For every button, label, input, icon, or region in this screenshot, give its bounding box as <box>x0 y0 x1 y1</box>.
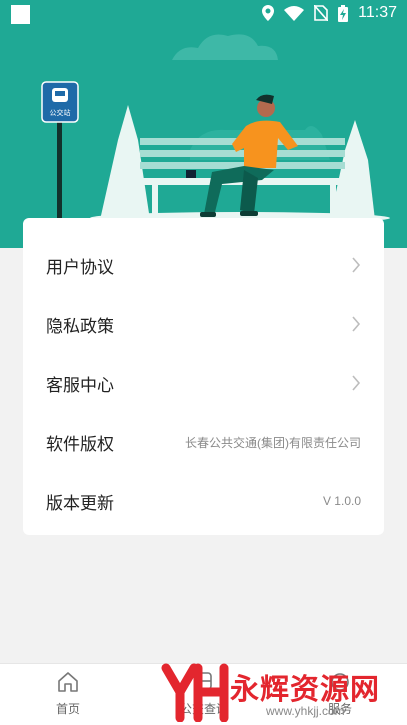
hero-banner: 公交站 11:37 <box>0 0 407 248</box>
menu-item-label: 版本更新 <box>46 493 114 514</box>
menu-item-label: 客服中心 <box>46 375 114 396</box>
no-sim-icon <box>314 5 329 21</box>
location-icon <box>262 5 275 21</box>
status-bar: 11:37 <box>0 0 407 30</box>
notification-icon <box>11 5 30 24</box>
menu-item-copyright: 软件版权 长春公共交通(集团)有限责任公司 <box>23 413 384 471</box>
menu-item-label: 用户协议 <box>46 257 114 278</box>
menu-item-label: 隐私政策 <box>46 316 114 337</box>
menu-item-privacy-policy[interactable]: 隐私政策 <box>23 295 384 353</box>
hero-illustration <box>41 34 390 224</box>
settings-card: 用户协议 隐私政策 客服中心 软件版权 长春公共交通(集团)有限责任公司 版本更… <box>23 218 384 535</box>
wifi-icon <box>284 5 305 21</box>
status-time: 11:37 <box>358 4 397 21</box>
menu-item-customer-service[interactable]: 客服中心 <box>23 354 384 412</box>
chevron-right-icon <box>352 375 361 391</box>
watermark-text: 永辉资源网 <box>230 672 381 706</box>
bus-stop-sign-label: 公交站 <box>49 109 71 117</box>
version-value: V 1.0.0 <box>322 494 361 508</box>
menu-item-user-agreement[interactable]: 用户协议 <box>23 236 384 294</box>
battery-charging-icon <box>338 4 349 22</box>
copyright-value: 长春公共交通(集团)有限责任公司 <box>185 435 361 450</box>
watermark-overlay: 永辉资源网 www.yhkjj.com <box>160 662 407 725</box>
tab-home[interactable]: 首页 <box>28 670 108 717</box>
chevron-right-icon <box>352 257 361 273</box>
watermark-url: www.yhkjj.com <box>266 704 345 718</box>
menu-item-version-update[interactable]: 版本更新 V 1.0.0 <box>23 472 384 530</box>
chevron-right-icon <box>352 316 361 332</box>
watermark-logo-icon <box>161 663 229 722</box>
tab-label: 首页 <box>55 702 80 716</box>
home-icon <box>58 672 78 692</box>
menu-item-label: 软件版权 <box>46 434 114 455</box>
